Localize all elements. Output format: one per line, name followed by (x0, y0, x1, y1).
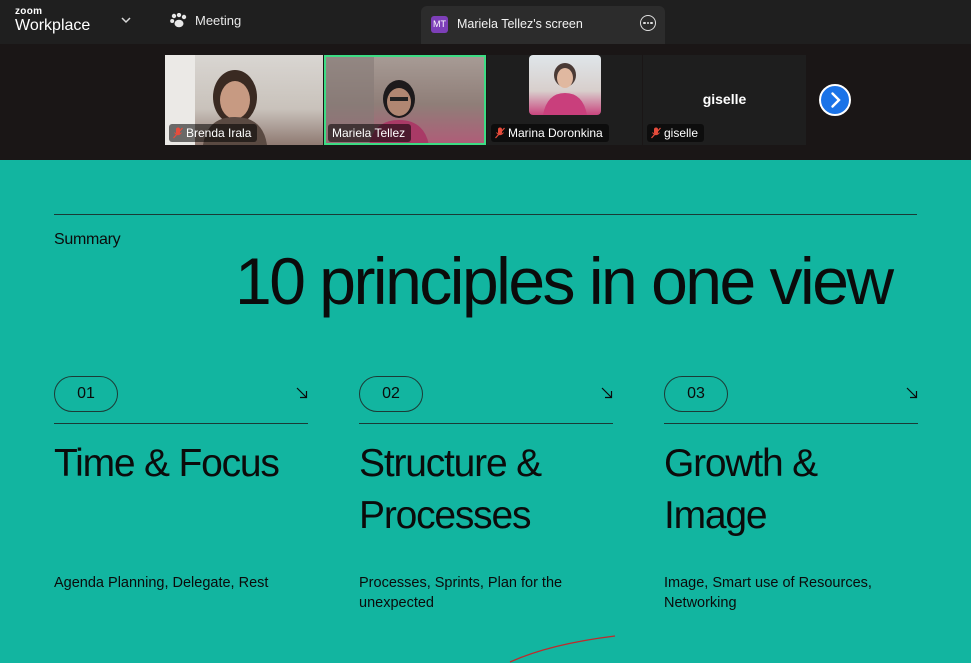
sharer-avatar: MT (431, 16, 448, 33)
arrow-down-right-icon (906, 387, 918, 399)
logo-line2: Workplace (15, 17, 91, 34)
shared-slide: Summary 10 principles in one view 01 Tim… (0, 160, 971, 663)
participant-name: Mariela Tellez (332, 126, 406, 140)
column-description: Processes, Sprints, Plan for the unexpec… (359, 575, 563, 611)
participant-tile[interactable]: Marina Doronkina (487, 55, 642, 145)
divider (54, 214, 917, 215)
participant-tile[interactable]: giselle giselle (643, 55, 806, 145)
chevron-right-icon[interactable] (819, 84, 851, 116)
top-bar: zoom Workplace Meeting MT Mariela Tellez… (0, 0, 971, 44)
column-title: Structure & Processes (359, 442, 542, 537)
participant-name-chip: Mariela Tellez (328, 124, 412, 142)
zoom-logo[interactable]: zoom Workplace (15, 7, 90, 34)
column-description: Agenda Planning, Delegate, Rest (54, 575, 269, 591)
tab-meeting-label: Meeting (195, 13, 242, 28)
shared-screen-title: Mariela Tellez's screen (457, 17, 583, 31)
mic-muted-icon (651, 127, 661, 139)
arrow-down-right-icon (601, 387, 613, 399)
participant-name: giselle (664, 126, 699, 140)
number-pill: 03 (664, 376, 728, 412)
participant-photo (529, 55, 601, 115)
participant-name-chip: Marina Doronkina (491, 124, 609, 142)
annotation-stroke (509, 635, 616, 663)
divider (359, 423, 613, 424)
participant-name-chip: Brenda Irala (169, 124, 258, 142)
number-pill: 02 (359, 376, 423, 412)
column-title: Time & Focus (54, 442, 280, 485)
logo-line1: zoom (15, 6, 43, 17)
mic-muted-icon (173, 127, 183, 139)
column-description: Image, Smart use of Resources, Networkin… (664, 575, 872, 611)
more-icon[interactable] (640, 15, 656, 31)
participant-strip: Brenda Irala Mariela Tellez Marina Doron… (0, 44, 971, 160)
participant-name: Brenda Irala (186, 126, 252, 140)
divider (664, 423, 918, 424)
mic-muted-icon (495, 127, 505, 139)
number-pill: 01 (54, 376, 118, 412)
participant-name-chip: giselle (647, 124, 705, 142)
slide-headline: 10 principles in one view (235, 244, 894, 318)
column-title: Growth & Image (664, 442, 818, 537)
participant-display-name: giselle (702, 91, 747, 107)
arrow-down-right-icon (296, 387, 308, 399)
participant-tile[interactable]: Brenda Irala (165, 55, 323, 145)
paw-icon (170, 13, 187, 28)
section-label: Summary (54, 231, 121, 248)
divider (54, 423, 308, 424)
tab-meeting[interactable]: Meeting (170, 13, 241, 28)
chevron-down-icon[interactable] (121, 16, 131, 24)
participant-name: Marina Doronkina (508, 126, 603, 140)
participant-tile-active-speaker[interactable]: Mariela Tellez (324, 55, 486, 145)
tab-shared-screen[interactable]: MT Mariela Tellez's screen (421, 6, 665, 44)
